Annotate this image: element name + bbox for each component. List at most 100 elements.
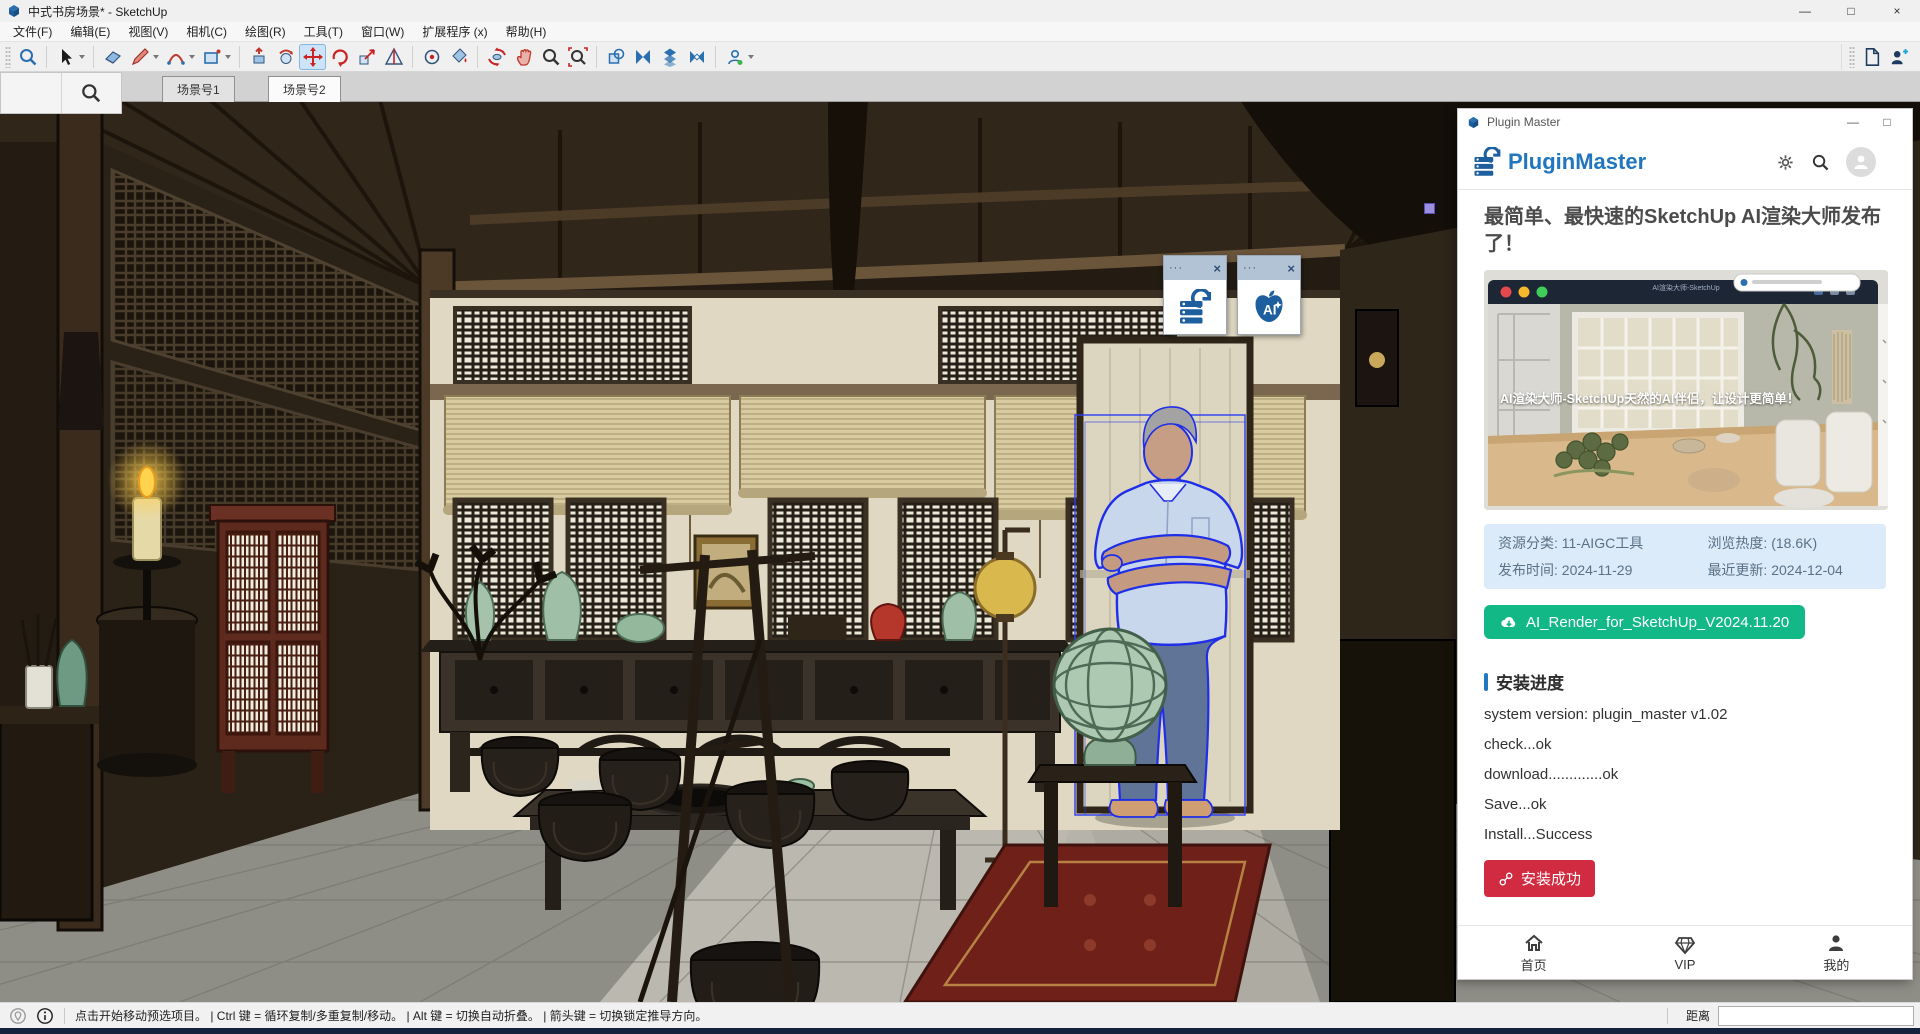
- tool-section[interactable]: [380, 44, 407, 70]
- ai-apple-icon[interactable]: AI: [1251, 289, 1287, 325]
- download-button[interactable]: AI_Render_for_SketchUp_V2024.11.20: [1484, 605, 1805, 639]
- meta-views: 浏览热度: (18.6K): [1707, 533, 1872, 553]
- menu-tools[interactable]: 工具(T): [295, 21, 352, 42]
- plugin-master-icon[interactable]: [1177, 289, 1213, 325]
- measurement-input[interactable]: [1718, 1006, 1914, 1026]
- preview-browser-title: AI渲染大师-SketchUp: [1484, 283, 1888, 293]
- panel-bottom-nav: 首页 VIP 我的: [1458, 925, 1912, 979]
- viewport[interactable]: 场景号1 场景号2: [0, 72, 1920, 1002]
- tool-rotate[interactable]: [326, 44, 353, 70]
- menu-file[interactable]: 文件(F): [4, 21, 61, 42]
- close-button[interactable]: ×: [1874, 0, 1920, 22]
- rectangle-dropdown[interactable]: [225, 55, 231, 59]
- tool-plugin-layers[interactable]: [656, 44, 683, 70]
- geolocation-button[interactable]: [9, 1007, 27, 1025]
- tool-arc[interactable]: [162, 44, 189, 70]
- article-headline: 最简单、最快速的SketchUp AI渲染大师发布了！: [1484, 204, 1886, 258]
- tool-eraser[interactable]: [99, 44, 126, 70]
- nav-vip-label: VIP: [1675, 957, 1696, 972]
- panel-title: Plugin Master: [1487, 115, 1836, 129]
- tool-zoom-extents[interactable]: [564, 44, 591, 70]
- tool-pan[interactable]: [510, 44, 537, 70]
- toolbar-right-grip[interactable]: [1849, 46, 1855, 68]
- line-dropdown[interactable]: [153, 55, 159, 59]
- mini-toolbar-titlebar[interactable]: ··· ×: [1164, 256, 1226, 280]
- panel-maximize-button[interactable]: □: [1870, 115, 1904, 129]
- tool-profile[interactable]: [721, 44, 748, 70]
- menu-icon[interactable]: [1890, 158, 1906, 166]
- diamond-icon: [1674, 934, 1696, 956]
- cloud-download-icon: [1500, 613, 1518, 631]
- selection-artifact: [1424, 203, 1435, 214]
- nav-vip[interactable]: VIP: [1609, 926, 1760, 979]
- search-toolbar: [0, 72, 122, 114]
- tool-plugin-cut[interactable]: [683, 44, 710, 70]
- log-line: Install...Success: [1484, 826, 1886, 843]
- tool-component[interactable]: [602, 44, 629, 70]
- search-tool-button[interactable]: [61, 73, 122, 113]
- minimize-button[interactable]: —: [1782, 0, 1828, 22]
- user-avatar[interactable]: [1846, 147, 1876, 177]
- ai-mini-toolbar: ··· × AI: [1237, 255, 1301, 335]
- tool-move[interactable]: [299, 44, 326, 70]
- titlebar: 中式书房场景* - SketchUp — □ ×: [0, 0, 1920, 22]
- sketchup-logo-icon: [1466, 115, 1481, 130]
- tool-orbit[interactable]: [483, 44, 510, 70]
- settings-button[interactable]: [1776, 153, 1795, 172]
- restore-button[interactable]: □: [1828, 0, 1874, 22]
- install-success-label: 安装成功: [1521, 868, 1581, 889]
- scene-tab-1[interactable]: 场景号1: [162, 76, 235, 102]
- search-button[interactable]: [1811, 153, 1830, 172]
- tool-zoom[interactable]: [537, 44, 564, 70]
- panel-minimize-button[interactable]: —: [1836, 115, 1870, 129]
- menu-view[interactable]: 视图(V): [119, 21, 177, 42]
- menu-help[interactable]: 帮助(H): [497, 21, 556, 42]
- plugin-master-mini-toolbar: ··· ×: [1163, 255, 1227, 335]
- tool-scale[interactable]: [353, 44, 380, 70]
- menu-extensions[interactable]: 扩展程序 (x): [413, 21, 496, 42]
- section-title: 安装进度: [1496, 669, 1564, 694]
- drag-handle-dots[interactable]: ···: [1169, 262, 1183, 274]
- sketchup-window: 中式书房场景* - SketchUp — □ × 文件(F) 编辑(E) 视图(…: [0, 0, 1920, 1034]
- tool-follow-me[interactable]: [272, 44, 299, 70]
- close-icon[interactable]: ×: [1213, 261, 1221, 276]
- panel-header: PluginMaster: [1458, 135, 1912, 189]
- article-preview-image[interactable]: AI渲染大师-SketchUp AI渲染大师-SketchUp天然的AI伴侣，让…: [1484, 270, 1888, 510]
- tool-select[interactable]: [52, 44, 79, 70]
- measurement-label: 距离: [1686, 1007, 1710, 1024]
- tool-rectangle[interactable]: [198, 44, 225, 70]
- new-document-button[interactable]: [1858, 44, 1885, 70]
- log-line: download.............ok: [1484, 766, 1886, 783]
- tool-zoom-window[interactable]: [14, 44, 41, 70]
- gear-icon: [1776, 153, 1795, 172]
- install-progress-section: 安装进度: [1484, 669, 1886, 694]
- menu-draw[interactable]: 绘图(R): [236, 21, 295, 42]
- nav-mine[interactable]: 我的: [1761, 926, 1912, 979]
- drag-handle-dots[interactable]: ···: [1243, 262, 1257, 274]
- menu-window[interactable]: 窗口(W): [352, 21, 413, 42]
- meta-category: 资源分类: 11-AIGC工具: [1498, 533, 1707, 553]
- tool-plugin-x[interactable]: [629, 44, 656, 70]
- menu-camera[interactable]: 相机(C): [177, 21, 236, 42]
- info-button[interactable]: [36, 1007, 54, 1025]
- panel-titlebar[interactable]: Plugin Master — □: [1458, 109, 1912, 135]
- resource-meta: 资源分类: 11-AIGC工具 浏览热度: (18.6K) 发布时间: 2024…: [1484, 524, 1886, 589]
- sign-in-button[interactable]: [1885, 44, 1912, 70]
- tool-push-pull[interactable]: [245, 44, 272, 70]
- tool-line[interactable]: [126, 44, 153, 70]
- arc-dropdown[interactable]: [189, 55, 195, 59]
- profile-dropdown[interactable]: [748, 55, 754, 59]
- install-success-button[interactable]: 安装成功: [1484, 860, 1595, 897]
- tool-offset[interactable]: [418, 44, 445, 70]
- close-icon[interactable]: ×: [1287, 261, 1295, 276]
- menu-edit[interactable]: 编辑(E): [61, 21, 119, 42]
- select-dropdown[interactable]: [79, 55, 85, 59]
- scene-tab-2[interactable]: 场景号2: [268, 76, 341, 102]
- toolbar-grip[interactable]: [5, 46, 11, 68]
- mini-toolbar-titlebar[interactable]: ··· ×: [1238, 256, 1300, 280]
- search-icon: [1811, 153, 1830, 172]
- nav-home[interactable]: 首页: [1458, 926, 1609, 979]
- tool-paint-bucket[interactable]: [445, 44, 472, 70]
- hidden-tool-slot[interactable]: [1, 73, 61, 113]
- home-icon: [1523, 932, 1545, 954]
